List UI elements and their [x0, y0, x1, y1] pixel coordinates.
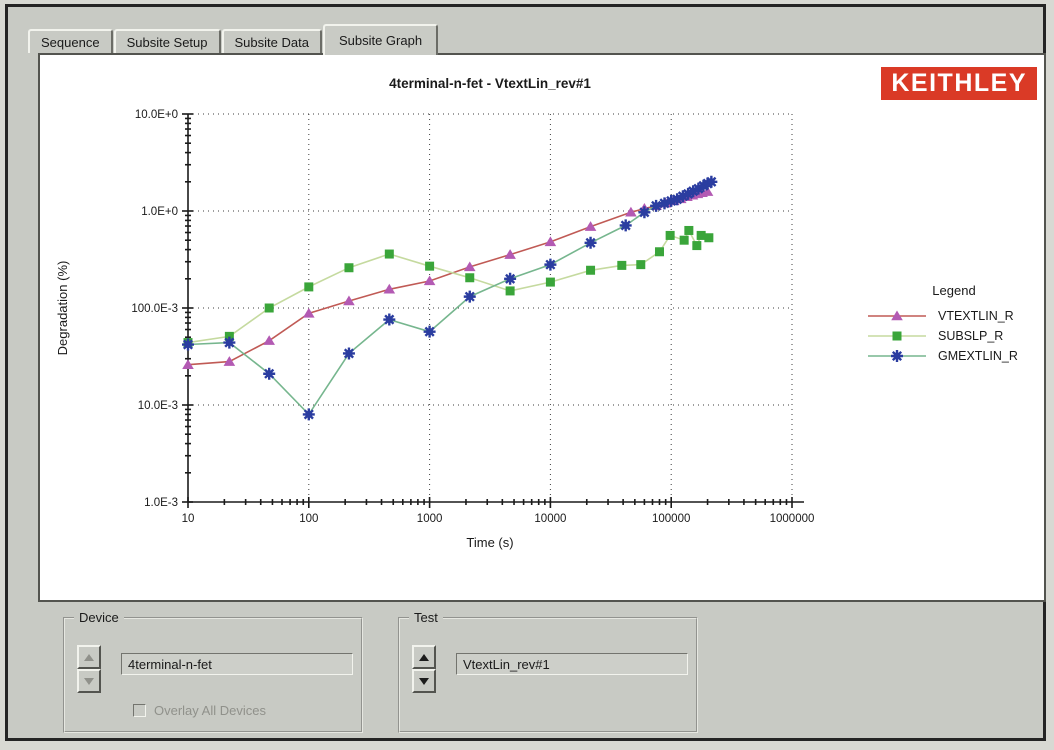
overlay-all-devices-label: Overlay All Devices — [154, 703, 266, 718]
legend-item-VTEXTLIN_R: VTEXTLIN_R — [866, 306, 1042, 326]
window-frame: SequenceSubsite SetupSubsite DataSubsite… — [5, 4, 1046, 741]
up-arrow-icon — [84, 654, 94, 661]
test-group: Test — [398, 617, 698, 733]
tab-bar: SequenceSubsite SetupSubsite DataSubsite… — [28, 20, 439, 53]
svg-text:10: 10 — [182, 513, 195, 525]
tab-subsite-setup[interactable]: Subsite Setup — [114, 29, 221, 53]
svg-text:10000: 10000 — [534, 513, 566, 525]
svg-text:1000: 1000 — [417, 513, 443, 525]
overlay-all-devices-checkbox[interactable] — [133, 704, 146, 717]
svg-text:100: 100 — [299, 513, 318, 525]
tab-subsite-graph[interactable]: Subsite Graph — [323, 24, 438, 55]
test-group-title: Test — [409, 610, 443, 625]
svg-text:10.0E+0: 10.0E+0 — [135, 109, 178, 121]
test-spinner — [412, 645, 436, 693]
overlay-all-devices-row: Overlay All Devices — [133, 703, 266, 718]
series-VTEXTLIN_R — [182, 186, 713, 369]
legend-label: VTEXTLIN_R — [938, 309, 1014, 323]
svg-text:1.0E+0: 1.0E+0 — [141, 206, 178, 218]
svg-text:Time (s): Time (s) — [466, 535, 513, 550]
device-name-field[interactable] — [121, 653, 353, 675]
down-arrow-icon — [419, 678, 429, 685]
svg-text:10.0E-3: 10.0E-3 — [138, 400, 178, 412]
tab-subsite-data[interactable]: Subsite Data — [222, 29, 322, 53]
tab-sequence[interactable]: Sequence — [28, 29, 113, 53]
device-group-title: Device — [74, 610, 124, 625]
up-arrow-icon — [419, 654, 429, 661]
test-name-field[interactable] — [456, 653, 688, 675]
chart-panel: 4terminal-n-fet - VtextLin_rev#1 Time (s)… — [38, 53, 1046, 602]
legend-label: SUBSLP_R — [938, 329, 1003, 343]
series-GMEXTLIN_R — [182, 176, 717, 421]
svg-text:100.0E-3: 100.0E-3 — [131, 303, 178, 315]
legend-label: GMEXTLIN_R — [938, 349, 1018, 363]
series-SUBSLP_R — [184, 226, 714, 347]
device-spinner — [77, 645, 101, 693]
legend-title: Legend — [866, 283, 1042, 298]
legend-item-GMEXTLIN_R: GMEXTLIN_R — [866, 346, 1042, 366]
svg-text:4terminal-n-fet - VtextLin_rev: 4terminal-n-fet - VtextLin_rev#1 — [389, 76, 591, 91]
device-spin-down-button[interactable] — [77, 669, 101, 693]
svg-text:Degradation (%): Degradation (%) — [55, 261, 70, 356]
svg-text:1.0E-3: 1.0E-3 — [144, 497, 178, 509]
test-spin-down-button[interactable] — [412, 669, 436, 693]
svg-text:100000: 100000 — [652, 513, 690, 525]
down-arrow-icon — [84, 678, 94, 685]
keithley-logo: KEITHLEY — [881, 67, 1037, 100]
svg-text:1000000: 1000000 — [770, 513, 815, 525]
chart-legend: Legend VTEXTLIN_R SUBSLP_R GMEXTLIN_R — [866, 283, 1042, 366]
device-spin-up-button[interactable] — [77, 645, 101, 669]
legend-item-SUBSLP_R: SUBSLP_R — [866, 326, 1042, 346]
test-spin-up-button[interactable] — [412, 645, 436, 669]
